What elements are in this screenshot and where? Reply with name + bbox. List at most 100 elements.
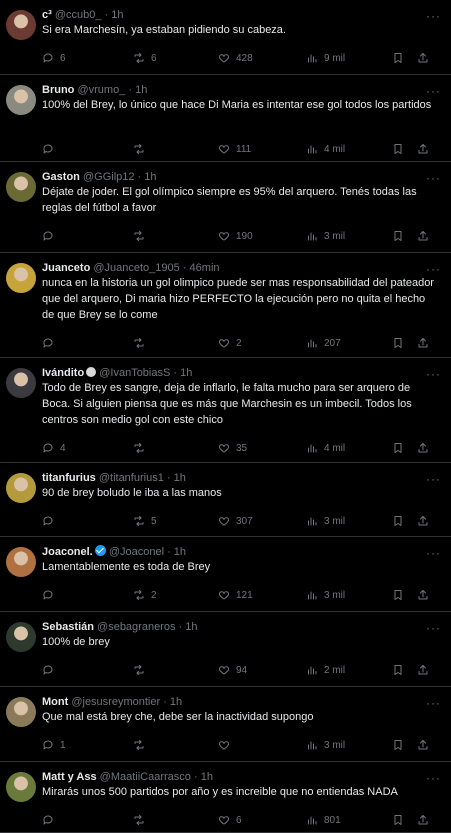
retweet-button[interactable] (133, 141, 151, 157)
author-handle[interactable]: @vrumo_ (77, 84, 125, 96)
more-icon[interactable]: ··· (426, 172, 441, 184)
share-button[interactable] (417, 662, 429, 678)
author-name[interactable]: Gaston (42, 171, 80, 183)
share-button[interactable] (417, 440, 429, 456)
retweet-button[interactable] (133, 335, 151, 351)
tweet[interactable]: Juanceto @Juanceto_1905 · 46min ··· nunca … (0, 253, 451, 358)
tweet[interactable]: Bruno @vrumo_ · 1h ··· 100% del Brey, lo ú… (0, 75, 451, 162)
views-button[interactable]: 3 mil (306, 513, 345, 529)
more-icon[interactable]: ··· (426, 10, 441, 22)
reply-button[interactable] (42, 335, 60, 351)
like-button[interactable]: 121 (218, 587, 253, 603)
views-button[interactable]: 4 mil (306, 141, 345, 157)
retweet-button[interactable] (133, 662, 151, 678)
bookmark-button[interactable] (392, 737, 404, 753)
share-button[interactable] (417, 50, 429, 66)
reply-button[interactable]: 4 (42, 440, 66, 456)
like-button[interactable]: 94 (218, 662, 247, 678)
tweet-timestamp[interactable]: 1h (185, 621, 197, 633)
author-handle[interactable]: @MaatiiCaarrasco (100, 771, 191, 783)
more-icon[interactable]: ··· (426, 697, 441, 709)
views-button[interactable]: 9 mil (306, 50, 345, 66)
more-icon[interactable]: ··· (426, 473, 441, 485)
like-button[interactable]: 2 (218, 335, 242, 351)
author-name[interactable]: Mont (42, 696, 68, 708)
views-button[interactable]: 801 (306, 812, 341, 828)
bookmark-button[interactable] (392, 662, 404, 678)
retweet-button[interactable]: 5 (133, 513, 157, 529)
bookmark-button[interactable] (392, 812, 404, 828)
retweet-button[interactable]: 6 (133, 50, 157, 66)
author-name[interactable]: c³ (42, 9, 52, 21)
share-button[interactable] (417, 228, 429, 244)
tweet[interactable]: titanfurius @titanfurius1 · 1h ··· 90 de b… (0, 463, 451, 537)
author-name[interactable]: Bruno (42, 84, 74, 96)
like-button[interactable]: 428 (218, 50, 253, 66)
like-button[interactable] (218, 737, 236, 753)
share-button[interactable] (417, 737, 429, 753)
avatar[interactable] (6, 368, 36, 398)
bookmark-button[interactable] (392, 587, 404, 603)
retweet-button[interactable] (133, 737, 151, 753)
bookmark-button[interactable] (392, 141, 404, 157)
author-name[interactable]: titanfurius (42, 472, 96, 484)
reply-button[interactable] (42, 228, 60, 244)
reply-button[interactable] (42, 587, 60, 603)
like-button[interactable]: 35 (218, 440, 247, 456)
avatar[interactable] (6, 172, 36, 202)
author-handle[interactable]: @jesusreymontier (71, 696, 160, 708)
author-handle[interactable]: @GGilp12 (83, 171, 135, 183)
bookmark-button[interactable] (392, 50, 404, 66)
retweet-button[interactable]: 2 (133, 587, 157, 603)
avatar[interactable] (6, 622, 36, 652)
share-button[interactable] (417, 513, 429, 529)
more-icon[interactable]: ··· (426, 263, 441, 275)
more-icon[interactable]: ··· (426, 547, 441, 559)
bookmark-button[interactable] (392, 335, 404, 351)
reply-button[interactable]: 1 (42, 737, 66, 753)
share-button[interactable] (417, 812, 429, 828)
author-name[interactable]: Juanceto (42, 262, 90, 274)
views-button[interactable]: 3 mil (306, 737, 345, 753)
like-button[interactable]: 6 (218, 812, 242, 828)
author-handle[interactable]: @titanfurius1 (99, 472, 164, 484)
author-handle[interactable]: @ccub0_ (55, 9, 102, 21)
reply-button[interactable]: 6 (42, 50, 66, 66)
share-button[interactable] (417, 587, 429, 603)
more-icon[interactable]: ··· (426, 85, 441, 97)
tweet-timestamp[interactable]: 1h (180, 367, 192, 379)
tweet[interactable]: c³ @ccub0_ · 1h ··· Si era Marchesín, ya e… (0, 0, 451, 75)
tweet-timestamp[interactable]: 1h (135, 84, 147, 96)
like-button[interactable]: 190 (218, 228, 253, 244)
avatar[interactable] (6, 263, 36, 293)
tweet-timestamp[interactable]: 1h (201, 771, 213, 783)
bookmark-button[interactable] (392, 513, 404, 529)
avatar[interactable] (6, 772, 36, 802)
more-icon[interactable]: ··· (426, 622, 441, 634)
tweet-timestamp[interactable]: 1h (174, 546, 186, 558)
more-icon[interactable]: ··· (426, 368, 441, 380)
views-button[interactable]: 2 mil (306, 662, 345, 678)
views-button[interactable]: 3 mil (306, 228, 345, 244)
tweet[interactable]: Matt y Ass @MaatiiCaarrasco · 1h ··· Mirar… (0, 762, 451, 833)
tweet-timestamp[interactable]: 1h (170, 696, 182, 708)
like-button[interactable]: 111 (218, 141, 251, 157)
avatar[interactable] (6, 697, 36, 727)
author-name[interactable]: Sebastián (42, 621, 94, 633)
views-button[interactable]: 3 mil (306, 587, 345, 603)
tweet[interactable]: Joaconel. @Joaconel · 1h ··· Lamentablemen… (0, 537, 451, 612)
avatar[interactable] (6, 473, 36, 503)
more-icon[interactable]: ··· (426, 772, 441, 784)
tweet-timestamp[interactable]: 1h (144, 171, 156, 183)
author-name[interactable]: Ivándito (42, 367, 84, 379)
tweet-timestamp[interactable]: 1h (174, 472, 186, 484)
share-button[interactable] (417, 335, 429, 351)
tweet[interactable]: Gaston @GGilp12 · 1h ··· Déjate de joder. … (0, 162, 451, 253)
tweet-timestamp[interactable]: 1h (111, 9, 123, 21)
reply-button[interactable] (42, 513, 60, 529)
tweet[interactable]: Mont @jesusreymontier · 1h ··· Que mal est… (0, 687, 451, 762)
tweet[interactable]: Sebastián @sebagraneros · 1h ··· 100% de b… (0, 612, 451, 687)
views-button[interactable]: 207 (306, 335, 341, 351)
bookmark-button[interactable] (392, 440, 404, 456)
tweet-timestamp[interactable]: 46min (190, 262, 220, 274)
